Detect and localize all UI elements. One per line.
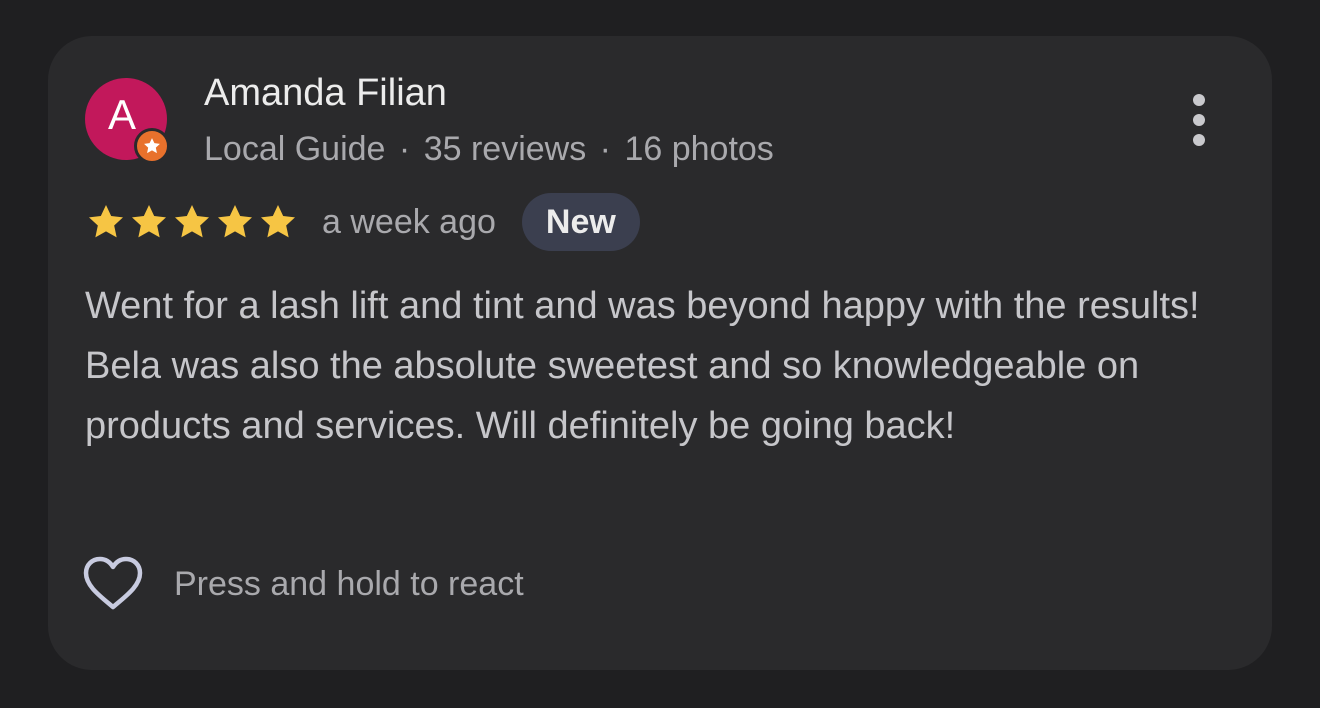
- local-guide-star-icon: [134, 128, 170, 164]
- react-prompt: Press and hold to react: [174, 564, 524, 603]
- more-dot: [1193, 114, 1205, 126]
- more-dot: [1193, 134, 1205, 146]
- local-guide-label: Local Guide: [204, 130, 386, 168]
- review-time: a week ago: [322, 202, 496, 241]
- star-icon: [132, 205, 166, 238]
- reviewer-meta: Local Guide · 35 reviews · 16 photos: [204, 128, 774, 170]
- star-rating: [86, 202, 298, 242]
- review-count: 35 reviews: [423, 130, 587, 168]
- rating-row: a week ago New: [86, 192, 640, 252]
- star-icon: [175, 205, 209, 238]
- star-icon: [218, 205, 252, 238]
- review-card: A Amanda Filian Local Guide · 35 reviews…: [48, 36, 1272, 670]
- react-button[interactable]: Press and hold to react: [82, 556, 524, 612]
- avatar-letter: A: [107, 91, 136, 138]
- meta-separator: ·: [599, 130, 611, 168]
- photo-count: 16 photos: [624, 130, 774, 168]
- review-text: Went for a lash lift and tint and was be…: [85, 285, 1200, 447]
- more-vert-icon[interactable]: [1174, 90, 1224, 150]
- star-icon: [261, 205, 295, 238]
- new-badge: New: [521, 193, 640, 251]
- heart-outline-icon[interactable]: [82, 556, 144, 612]
- star-icon: [89, 205, 123, 238]
- meta-separator: ·: [398, 130, 411, 168]
- reviewer-name[interactable]: Amanda Filian: [204, 70, 447, 116]
- more-dot: [1193, 94, 1205, 106]
